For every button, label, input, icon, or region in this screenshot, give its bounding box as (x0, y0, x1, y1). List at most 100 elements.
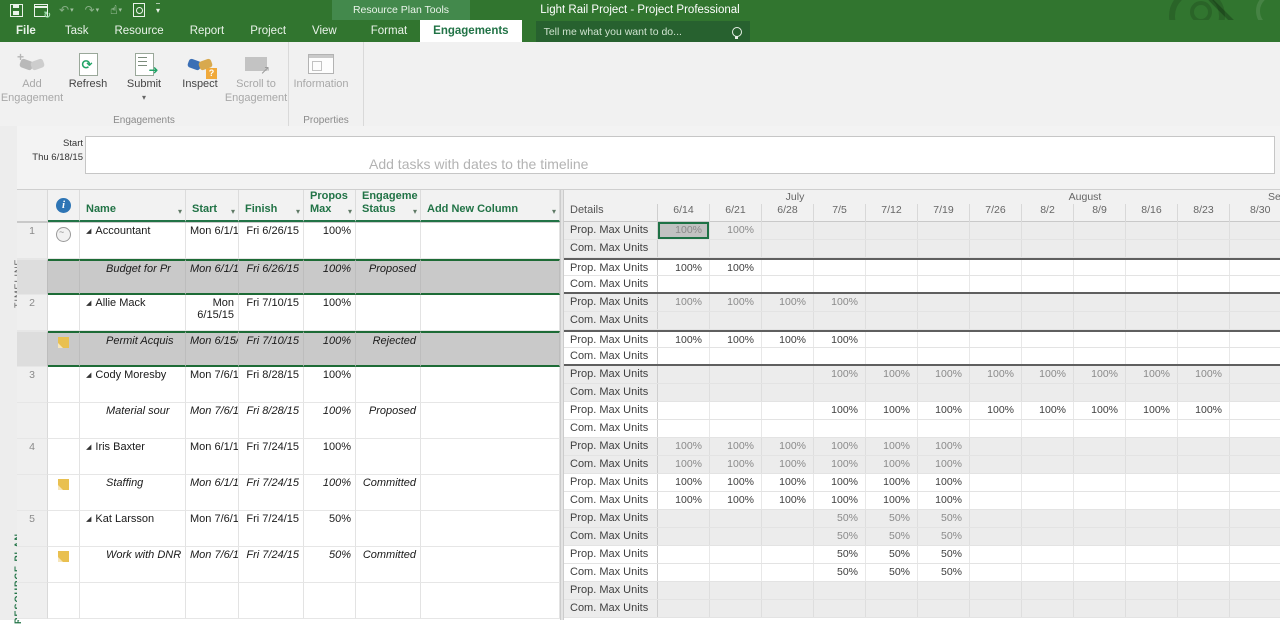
start-cell[interactable]: Mon 6/1/15 (186, 475, 239, 511)
details-row-label[interactable]: Prop. Max Units (564, 510, 658, 527)
units-cell[interactable] (762, 240, 814, 257)
units-cell[interactable]: 100% (762, 474, 814, 491)
units-cell[interactable] (1022, 546, 1074, 563)
units-cell[interactable] (710, 600, 762, 617)
units-cell[interactable] (710, 276, 762, 292)
units-cell[interactable] (1074, 294, 1126, 311)
note-icon[interactable] (58, 551, 69, 562)
engagement-status-cell[interactable]: Committed (356, 475, 421, 511)
proposed-max-units-cell[interactable]: 100% (304, 439, 356, 475)
units-cell[interactable] (762, 260, 814, 275)
tab-view[interactable]: View (299, 20, 350, 42)
units-cell[interactable] (1178, 456, 1230, 473)
units-cell[interactable] (814, 276, 866, 292)
units-cell[interactable] (710, 510, 762, 527)
proposed-max-units-cell[interactable]: 100% (304, 367, 356, 403)
units-cell[interactable] (1022, 312, 1074, 329)
units-cell[interactable] (710, 240, 762, 257)
details-row-label[interactable]: Prop. Max Units (564, 294, 658, 311)
units-cell[interactable] (1126, 294, 1178, 311)
units-cell[interactable] (658, 420, 710, 437)
header-start[interactable]: Start▾ (186, 190, 239, 222)
units-cell[interactable] (814, 600, 866, 617)
units-cell[interactable]: 100% (1126, 402, 1178, 419)
units-cell[interactable] (918, 312, 970, 329)
units-cell[interactable] (658, 366, 710, 383)
units-cell[interactable] (1178, 384, 1230, 401)
units-cell[interactable] (1022, 420, 1074, 437)
start-cell[interactable]: Mon 6/15/15 (186, 331, 239, 367)
units-cell[interactable] (658, 402, 710, 419)
details-row-label[interactable]: Com. Max Units (564, 240, 658, 257)
units-cell[interactable] (1178, 276, 1230, 292)
units-cell[interactable]: 100% (658, 222, 710, 239)
details-row-label[interactable]: Com. Max Units (564, 600, 658, 617)
units-cell[interactable]: 50% (814, 528, 866, 545)
units-cell[interactable] (1022, 582, 1074, 599)
units-cell[interactable] (814, 260, 866, 275)
units-cell[interactable] (1074, 348, 1126, 364)
name-cell[interactable]: Permit Acquis (80, 331, 186, 367)
units-cell[interactable] (970, 546, 1022, 563)
engagement-status-cell[interactable]: Proposed (356, 403, 421, 439)
units-cell[interactable] (1230, 420, 1280, 437)
units-cell[interactable] (1022, 348, 1074, 364)
units-cell[interactable] (1178, 332, 1230, 347)
units-cell[interactable]: 100% (1022, 402, 1074, 419)
proposed-max-units-cell[interactable]: 100% (304, 295, 356, 331)
name-cell[interactable]: Work with DNR (80, 547, 186, 583)
units-cell[interactable] (866, 260, 918, 275)
units-cell[interactable] (1230, 312, 1280, 329)
units-cell[interactable]: 100% (710, 456, 762, 473)
details-row-label[interactable]: Prop. Max Units (564, 582, 658, 599)
units-cell[interactable] (1230, 402, 1280, 419)
units-cell[interactable] (970, 456, 1022, 473)
units-cell[interactable] (1126, 260, 1178, 275)
units-cell[interactable] (970, 348, 1022, 364)
filter-arrow-icon[interactable]: ▾ (296, 207, 300, 217)
proposed-max-units-cell[interactable]: 100% (304, 403, 356, 439)
units-cell[interactable] (1178, 546, 1230, 563)
finish-cell[interactable]: Fri 6/26/15 (239, 259, 304, 295)
units-cell[interactable] (658, 384, 710, 401)
units-cell[interactable] (918, 240, 970, 257)
units-cell[interactable] (762, 402, 814, 419)
tab-format[interactable]: Format (358, 20, 420, 42)
units-cell[interactable] (1230, 294, 1280, 311)
engagement-status-cell[interactable]: Proposed (356, 259, 421, 295)
units-cell[interactable] (970, 474, 1022, 491)
finish-cell[interactable] (239, 583, 304, 619)
add-new-column-cell[interactable] (421, 259, 560, 295)
units-cell[interactable] (762, 384, 814, 401)
details-row-label[interactable]: Com. Max Units (564, 348, 658, 364)
add-new-column-cell[interactable] (421, 583, 560, 619)
proposed-max-units-cell[interactable]: 50% (304, 547, 356, 583)
units-cell[interactable] (1230, 582, 1280, 599)
units-cell[interactable] (1074, 240, 1126, 257)
units-cell[interactable] (710, 312, 762, 329)
units-cell[interactable] (1126, 276, 1178, 292)
units-cell[interactable] (1178, 240, 1230, 257)
units-cell[interactable]: 100% (918, 492, 970, 509)
units-cell[interactable] (762, 276, 814, 292)
details-row-label[interactable]: Prop. Max Units (564, 546, 658, 563)
units-cell[interactable] (970, 420, 1022, 437)
units-cell[interactable] (658, 348, 710, 364)
units-cell[interactable] (1074, 384, 1126, 401)
note-icon[interactable] (58, 337, 69, 348)
units-cell[interactable] (1074, 222, 1126, 239)
inspect-button[interactable]: ?Inspect (172, 46, 228, 92)
units-cell[interactable] (1230, 332, 1280, 347)
units-cell[interactable] (1126, 438, 1178, 455)
details-row-label[interactable]: Prop. Max Units (564, 260, 658, 275)
header-finish[interactable]: Finish▾ (239, 190, 304, 222)
units-cell[interactable] (814, 582, 866, 599)
units-cell[interactable] (1230, 600, 1280, 617)
units-cell[interactable] (1230, 276, 1280, 292)
units-cell[interactable]: 50% (866, 564, 918, 581)
units-cell[interactable] (762, 366, 814, 383)
add-new-column-cell[interactable] (421, 331, 560, 367)
units-cell[interactable]: 100% (710, 492, 762, 509)
units-cell[interactable] (1022, 492, 1074, 509)
engagement-indicator-icon[interactable] (56, 227, 71, 242)
